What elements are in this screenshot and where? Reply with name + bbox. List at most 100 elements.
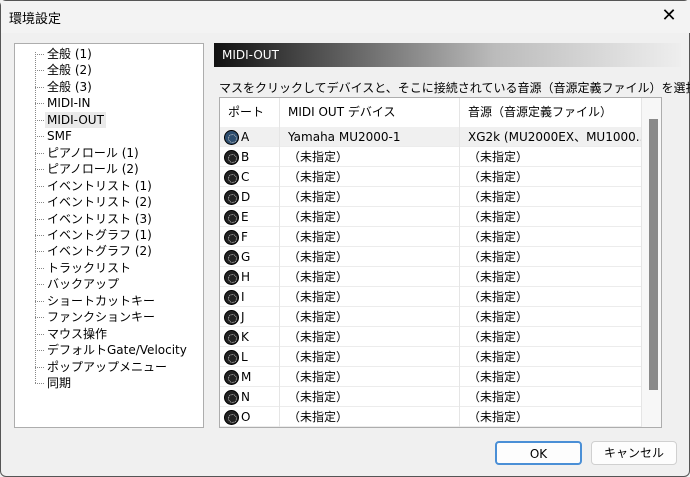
table-row[interactable]: A Yamaha MU2000-1 XG2k (MU2000EX、MU1000... (220, 127, 642, 147)
port-cell[interactable]: G (220, 247, 280, 267)
port-cell[interactable]: L (220, 347, 280, 367)
tree-item[interactable]: イベントリスト (1) (35, 178, 154, 194)
tree-item[interactable]: イベントリスト (2) (35, 194, 154, 210)
port-cell[interactable]: M (220, 367, 280, 387)
settings-tree[interactable]: 全般 (1) 全般 (2) 全般 (3) MIDI-IN MIDI-OUT SMF ピアノロ… (14, 43, 204, 428)
table-row[interactable]: N （未指定） （未指定） (220, 387, 642, 407)
port-cell[interactable]: B (220, 147, 280, 167)
device-cell[interactable]: （未指定） (280, 347, 460, 367)
tree-item[interactable]: MIDI-OUT (35, 111, 106, 128)
source-cell[interactable] (460, 427, 642, 428)
table-row[interactable]: B （未指定） （未指定） (220, 147, 642, 167)
tree-connector (35, 350, 44, 352)
source-cell[interactable]: （未指定） (460, 147, 642, 167)
device-cell[interactable] (280, 427, 460, 428)
tree-item[interactable]: イベントグラフ (1) (35, 227, 154, 243)
table-row[interactable] (220, 427, 642, 428)
tree-item[interactable]: ファンクションキー (35, 309, 157, 325)
ok-button[interactable]: OK (495, 441, 582, 465)
column-header-source[interactable]: 音源（音源定義ファイル） (460, 98, 642, 127)
device-cell[interactable]: Yamaha MU2000-1 (280, 127, 460, 147)
midi-port-icon (224, 129, 239, 145)
device-cell[interactable]: （未指定） (280, 407, 460, 427)
port-cell[interactable]: I (220, 287, 280, 307)
device-cell[interactable]: （未指定） (280, 147, 460, 167)
tree-item[interactable]: トラックリスト (35, 260, 133, 276)
table-row[interactable]: E （未指定） （未指定） (220, 207, 642, 227)
table-row[interactable]: H （未指定） （未指定） (220, 267, 642, 287)
device-cell[interactable]: （未指定） (280, 287, 460, 307)
device-cell[interactable]: （未指定） (280, 307, 460, 327)
port-cell[interactable]: H (220, 267, 280, 287)
port-cell[interactable]: N (220, 387, 280, 407)
port-cell[interactable]: E (220, 207, 280, 227)
tree-item[interactable]: イベントリスト (3) (35, 211, 154, 227)
tree-connector (35, 267, 44, 269)
tree-item[interactable]: SMF (35, 128, 74, 144)
vertical-scrollbar[interactable] (642, 98, 661, 427)
source-cell[interactable]: （未指定） (460, 187, 642, 207)
table-row[interactable]: L （未指定） （未指定） (220, 347, 642, 367)
port-cell[interactable] (220, 427, 280, 428)
table-row[interactable]: F （未指定） （未指定） (220, 227, 642, 247)
tree-item[interactable]: ポップアップメニュー (35, 359, 169, 375)
tree-item[interactable]: ショートカットキー (35, 293, 157, 309)
table-row[interactable]: J （未指定） （未指定） (220, 307, 642, 327)
tree-item[interactable]: 全般 (2) (35, 62, 94, 78)
tree-item[interactable]: バックアップ (35, 276, 121, 292)
cancel-button[interactable]: キャンセル (591, 441, 677, 465)
device-cell[interactable]: （未指定） (280, 267, 460, 287)
tree-item[interactable]: 全般 (1) (35, 46, 94, 62)
table-row[interactable]: I （未指定） （未指定） (220, 287, 642, 307)
tree-item-label: 全般 (3) (47, 79, 92, 94)
source-cell[interactable]: （未指定） (460, 267, 642, 287)
tree-item[interactable]: MIDI-IN (35, 95, 93, 111)
source-cell[interactable]: XG2k (MU2000EX、MU1000... (460, 127, 642, 147)
table-row[interactable]: O （未指定） （未指定） (220, 407, 642, 427)
source-cell[interactable]: （未指定） (460, 227, 642, 247)
device-cell[interactable]: （未指定） (280, 227, 460, 247)
source-cell[interactable]: （未指定） (460, 407, 642, 427)
port-cell[interactable]: D (220, 187, 280, 207)
source-cell[interactable]: （未指定） (460, 167, 642, 187)
device-cell[interactable]: （未指定） (280, 327, 460, 347)
source-cell[interactable]: （未指定） (460, 287, 642, 307)
port-cell[interactable]: A (220, 127, 280, 147)
tree-item[interactable]: デフォルトGate/Velocity (35, 342, 189, 358)
tree-item[interactable]: 全般 (3) (35, 79, 94, 95)
source-cell[interactable]: （未指定） (460, 327, 642, 347)
table-row[interactable]: D （未指定） （未指定） (220, 187, 642, 207)
device-cell[interactable]: （未指定） (280, 247, 460, 267)
port-label: O (241, 410, 251, 424)
device-cell[interactable]: （未指定） (280, 207, 460, 227)
tree-item[interactable]: ピアノロール (2) (35, 161, 141, 177)
port-cell[interactable]: F (220, 227, 280, 247)
port-cell[interactable]: K (220, 327, 280, 347)
table-row[interactable]: C （未指定） （未指定） (220, 167, 642, 187)
tree-item[interactable]: 同期 (35, 375, 73, 391)
column-header-port[interactable]: ポート (220, 98, 280, 127)
table-row[interactable]: M （未指定） （未指定） (220, 367, 642, 387)
scrollbar-thumb[interactable] (649, 119, 658, 390)
port-cell[interactable]: J (220, 307, 280, 327)
source-cell[interactable]: （未指定） (460, 247, 642, 267)
device-cell[interactable]: （未指定） (280, 187, 460, 207)
source-cell[interactable]: （未指定） (460, 387, 642, 407)
table-row[interactable]: K （未指定） （未指定） (220, 327, 642, 347)
device-cell[interactable]: （未指定） (280, 167, 460, 187)
source-cell[interactable]: （未指定） (460, 367, 642, 387)
port-cell[interactable]: C (220, 167, 280, 187)
port-cell[interactable]: O (220, 407, 280, 427)
column-header-device[interactable]: MIDI OUT デバイス (280, 98, 460, 127)
source-cell[interactable]: （未指定） (460, 207, 642, 227)
device-cell[interactable]: （未指定） (280, 367, 460, 387)
source-cell[interactable]: （未指定） (460, 307, 642, 327)
tree-item[interactable]: ピアノロール (1) (35, 145, 141, 161)
close-icon[interactable]: ✕ (657, 5, 681, 29)
tree-item[interactable]: イベントグラフ (2) (35, 243, 154, 259)
device-cell[interactable]: （未指定） (280, 387, 460, 407)
source-cell[interactable]: （未指定） (460, 347, 642, 367)
table-row[interactable]: G （未指定） （未指定） (220, 247, 642, 267)
tree-item[interactable]: マウス操作 (35, 326, 109, 342)
tree-connector (35, 169, 44, 171)
